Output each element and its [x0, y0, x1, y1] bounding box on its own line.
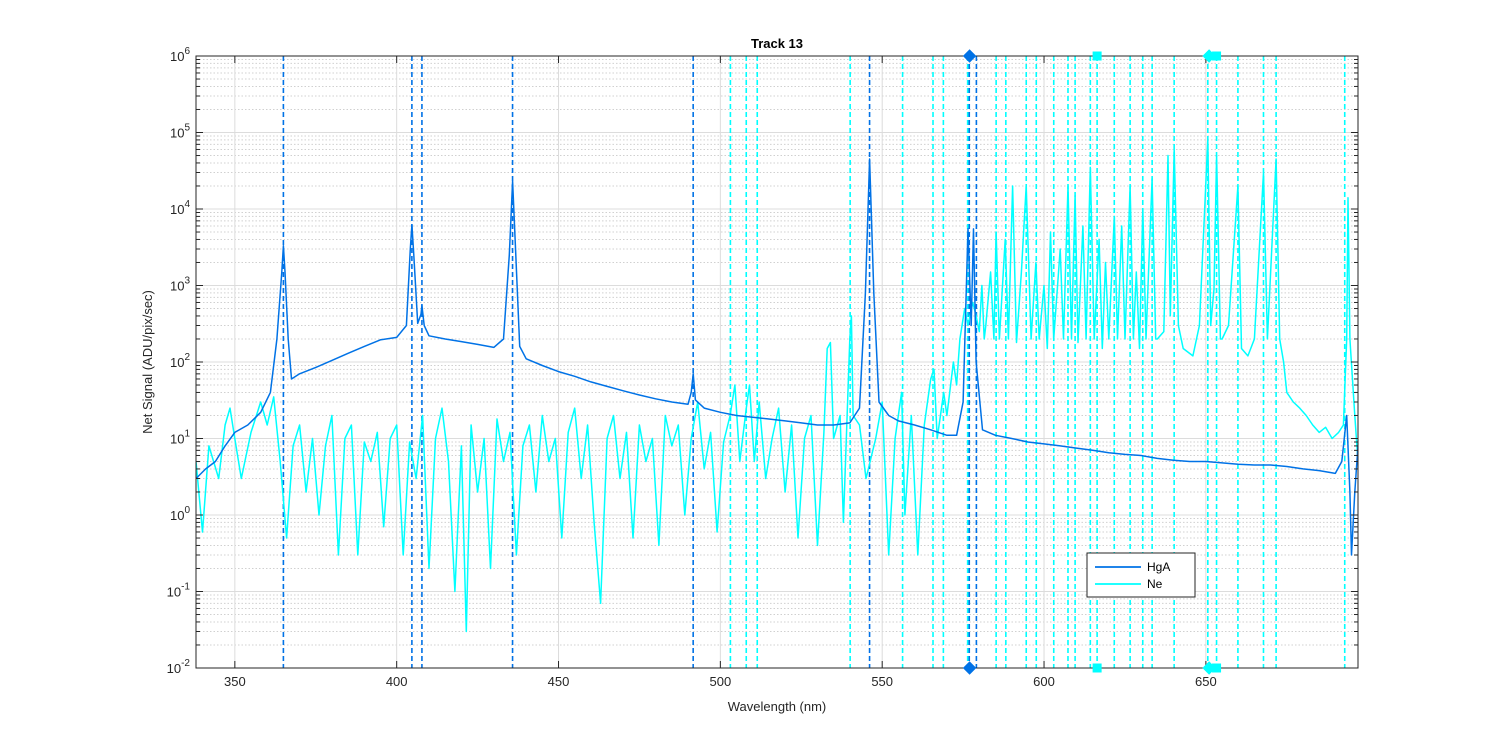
legend-label: Ne	[1147, 577, 1163, 591]
legend-box	[1086, 552, 1196, 598]
chart-title: Track 13	[751, 36, 803, 51]
y-axis-label: Net Signal (ADU/pix/sec)	[140, 290, 155, 434]
x-tick-label: 500	[710, 674, 732, 689]
spectrum-figure: Track 13 350 400 450 500 550 600 65010-210-110…	[0, 0, 1500, 750]
x-tick-label: 450	[548, 674, 570, 689]
square-marker	[1092, 51, 1102, 61]
legend-label: HgA	[1147, 560, 1170, 574]
x-axis-label: Wavelength (nm)	[728, 699, 827, 714]
x-tick-label: 350	[224, 674, 246, 689]
x-tick-label: 400	[386, 674, 408, 689]
square-marker	[1212, 51, 1222, 61]
x-tick-label: 600	[1033, 674, 1055, 689]
square-marker	[1212, 663, 1222, 673]
square-marker	[1092, 663, 1102, 673]
legend: HgA Ne	[1086, 552, 1196, 598]
x-tick-label: 650	[1195, 674, 1217, 689]
x-tick-label: 550	[871, 674, 893, 689]
